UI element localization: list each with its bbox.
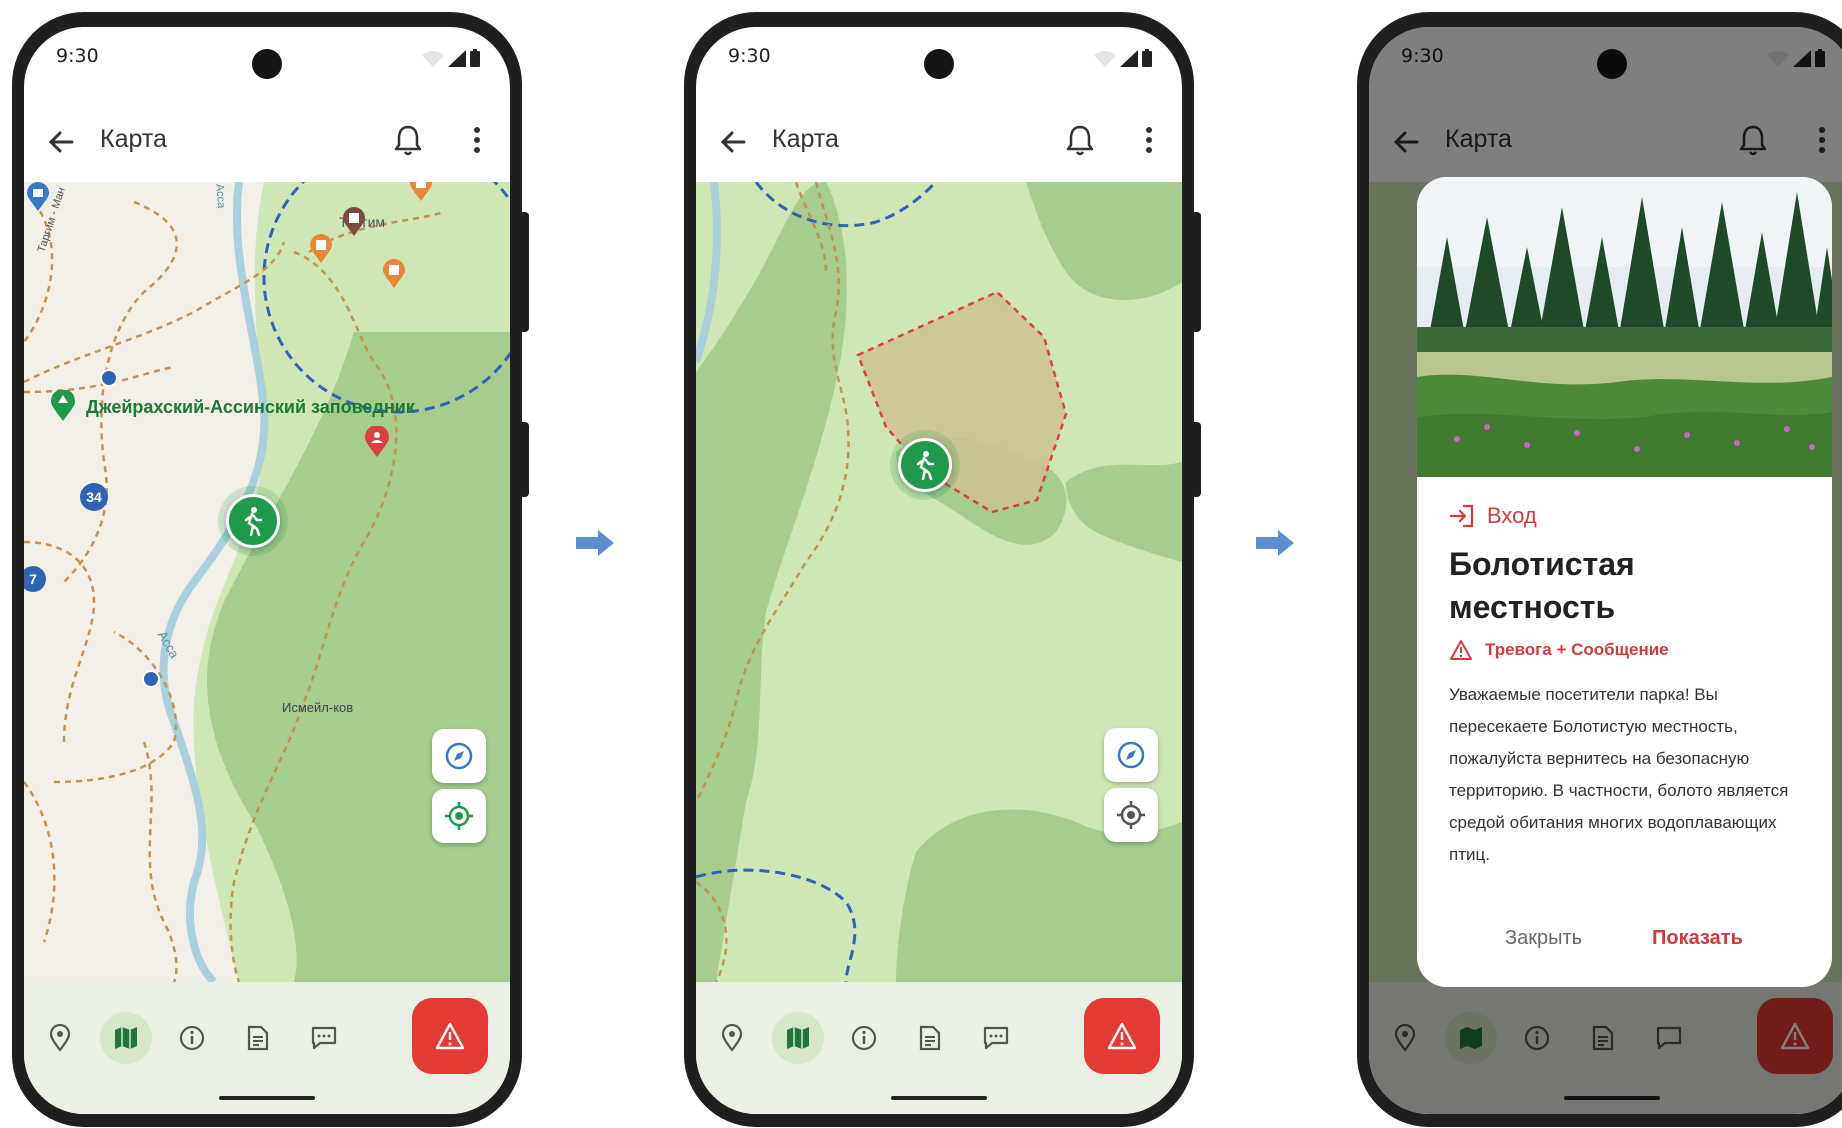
battery-icon (1142, 49, 1152, 67)
status-time: 9:30 (56, 45, 99, 67)
signal-icon (1120, 50, 1138, 67)
nav-info[interactable] (166, 1012, 218, 1064)
nav-documents[interactable] (904, 1012, 956, 1064)
person-pin-icon[interactable] (364, 426, 390, 458)
reserve-pin-icon[interactable] (50, 390, 76, 422)
my-location-button[interactable] (1104, 788, 1158, 842)
chat-icon (311, 1026, 337, 1050)
bottom-nav (24, 982, 510, 1114)
map-icon (115, 1027, 137, 1049)
map-icon (787, 1027, 809, 1049)
chat-icon (983, 1026, 1009, 1050)
compass-icon (1117, 741, 1145, 769)
app-bar: Карта (24, 107, 510, 177)
map-view[interactable]: Джейрахский-Ассинский заповедник Исмейл-… (24, 182, 510, 982)
more-vert-icon[interactable] (1142, 125, 1156, 155)
swamp-photo (1417, 177, 1832, 477)
more-vert-icon[interactable] (470, 125, 484, 155)
alert-dialog: Вход Болотистая местность Тревога + Сооб… (1417, 177, 1832, 987)
screen-1: 9:30 Карта Джейрахский-Ассинский заповед… (24, 27, 510, 1114)
map-view[interactable] (696, 182, 1182, 982)
nav-documents[interactable] (232, 1012, 284, 1064)
warning-icon (1450, 640, 1472, 660)
screen-2: 9:30 Карта (696, 27, 1182, 1114)
info-icon (851, 1025, 877, 1051)
status-bar: 9:30 (696, 27, 1182, 87)
document-icon (919, 1025, 941, 1051)
home-indicator (219, 1096, 315, 1100)
status-bar: 9:30 (24, 27, 510, 87)
castle-pin-icon[interactable] (309, 234, 333, 264)
bell-icon[interactable] (1064, 123, 1096, 157)
phone-1: 9:30 Карта Джейрахский-Ассинский заповед… (12, 12, 529, 1127)
entry-tag: Вход (1449, 503, 1537, 529)
page-title: Карта (772, 125, 839, 153)
entry-tag-label: Вход (1487, 503, 1537, 528)
alert-type-label: Тревога + Сообщение (1485, 640, 1669, 659)
document-icon (247, 1025, 269, 1051)
login-icon (1449, 504, 1474, 528)
status-icons (422, 49, 480, 67)
reserve-label: Джейрахский-Ассинский заповедник (86, 397, 415, 417)
village-label: Исмейл-ков (282, 700, 354, 715)
signal-icon (448, 50, 466, 67)
my-location-icon (445, 802, 473, 830)
flow-arrow-icon (1256, 530, 1294, 556)
screen-3: 9:30 Карта (1369, 27, 1842, 1114)
user-location-hiker-icon[interactable] (898, 438, 952, 492)
alert-type: Тревога + Сообщение (1449, 639, 1669, 661)
sos-button[interactable] (412, 998, 488, 1074)
front-camera (252, 49, 282, 79)
compass-icon (445, 742, 473, 770)
route-badge[interactable]: 34 (80, 483, 108, 511)
location-icon (49, 1024, 71, 1052)
status-time: 9:30 (728, 45, 771, 67)
front-camera (924, 49, 954, 79)
map-dot[interactable] (100, 369, 118, 387)
show-button[interactable]: Показать (1652, 927, 1743, 950)
map-dot[interactable] (142, 670, 160, 688)
flow-arrow-icon (576, 530, 614, 556)
castle-pin-icon[interactable] (382, 259, 406, 289)
info-icon (179, 1025, 205, 1051)
compass-button[interactable] (432, 729, 486, 783)
nav-location[interactable] (34, 1012, 86, 1064)
nav-chat[interactable] (298, 1012, 350, 1064)
battery-icon (470, 49, 480, 67)
phone-3: 9:30 Карта (1357, 12, 1842, 1127)
wifi-icon (1094, 51, 1116, 67)
nav-map[interactable] (100, 1012, 152, 1064)
dialog-title: Болотистая местность (1449, 546, 1635, 625)
close-button[interactable]: Закрыть (1505, 927, 1582, 950)
user-location-hiker-icon[interactable] (226, 494, 280, 548)
compass-button[interactable] (1104, 728, 1158, 782)
nav-info[interactable] (838, 1012, 890, 1064)
wifi-icon (422, 51, 444, 67)
back-arrow-icon[interactable] (46, 127, 76, 157)
nav-map[interactable] (772, 1012, 824, 1064)
page-title: Карта (100, 125, 167, 153)
nav-location[interactable] (706, 1012, 758, 1064)
road-label-top: Ассa (213, 183, 228, 209)
bell-icon[interactable] (392, 123, 424, 157)
bottom-nav (696, 982, 1182, 1114)
status-icons (1094, 49, 1152, 67)
phone-2: 9:30 Карта (684, 12, 1201, 1127)
warning-icon (1107, 1022, 1137, 1050)
nav-chat[interactable] (970, 1012, 1022, 1064)
tower-pin-icon[interactable] (342, 207, 366, 237)
poi-pin-icon[interactable] (26, 182, 50, 212)
app-bar: Карта (696, 107, 1182, 177)
my-location-button[interactable] (432, 789, 486, 843)
sos-button[interactable] (1084, 998, 1160, 1074)
my-location-icon (1117, 801, 1145, 829)
warning-icon (435, 1022, 465, 1050)
home-indicator (891, 1096, 987, 1100)
location-icon (721, 1024, 743, 1052)
dialog-message: Уважаемые посетители парка! Вы пересекае… (1449, 685, 1789, 864)
castle-pin-icon[interactable] (409, 182, 433, 202)
back-arrow-icon[interactable] (718, 127, 748, 157)
